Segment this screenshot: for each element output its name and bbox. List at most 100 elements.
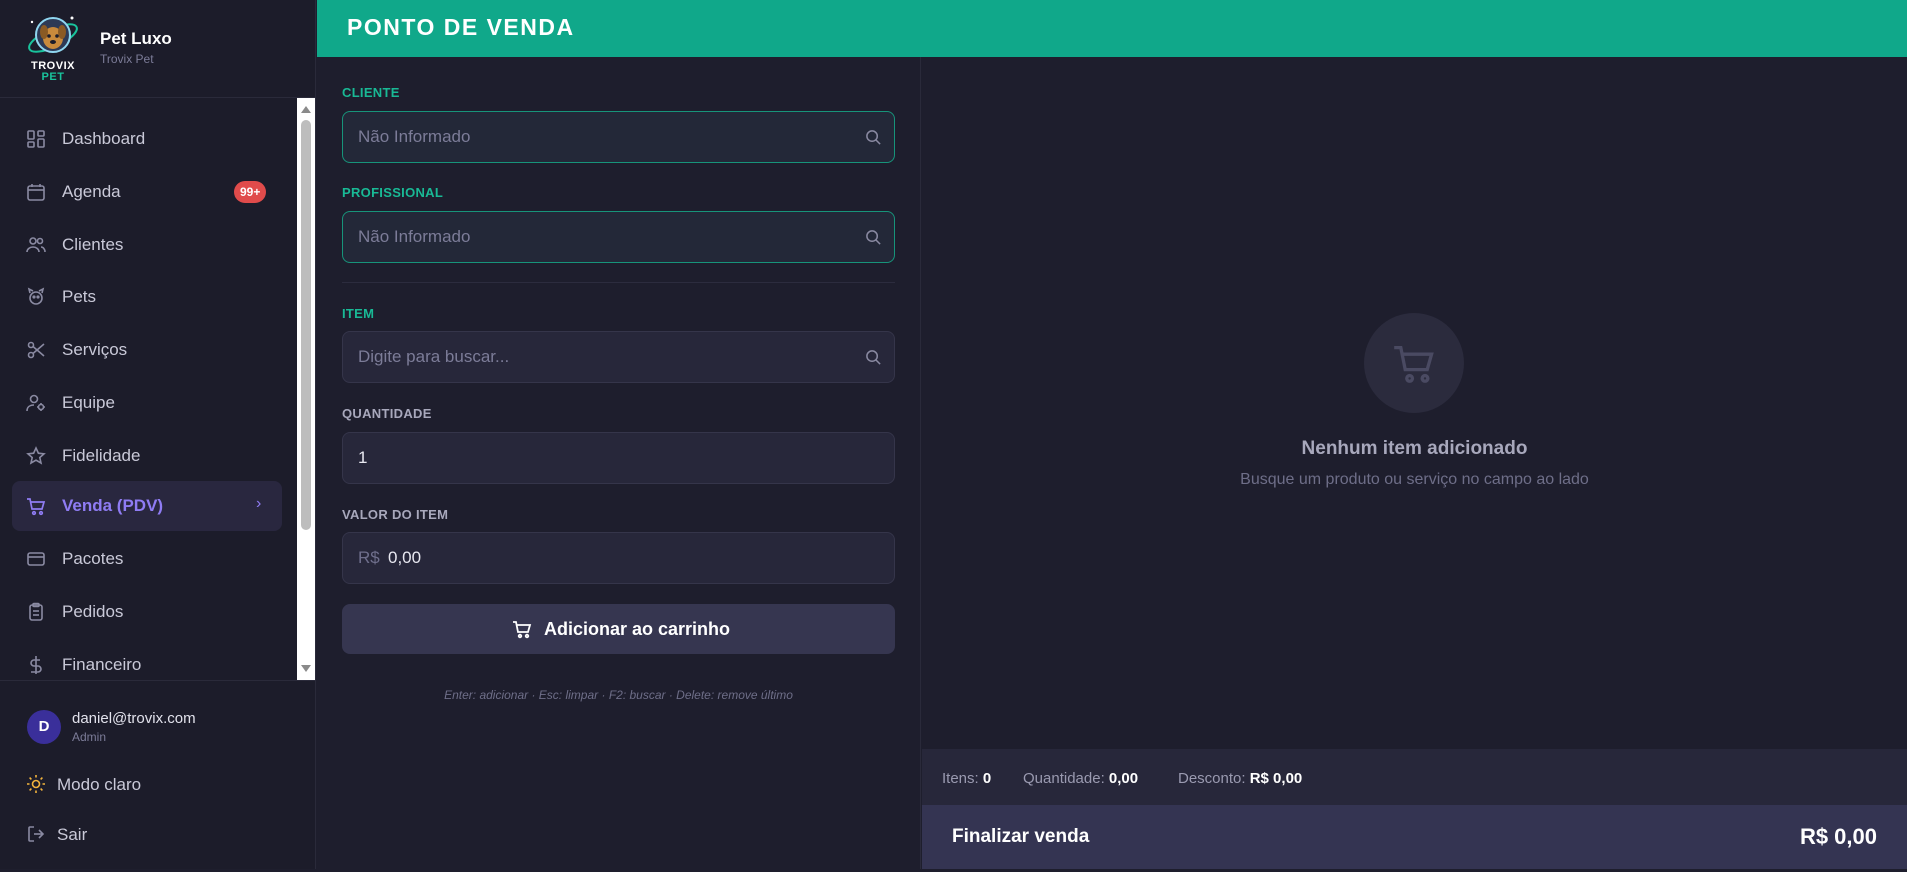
scroll-thumb[interactable] [301,120,311,530]
team-icon [26,394,45,412]
profissional-label: PROFISSIONAL [342,185,444,200]
summary-quantidade-value: 0,00 [1108,770,1139,787]
valor-item-label: VALOR DO ITEM [342,507,449,522]
chevron-right-icon: › [256,495,262,512]
pdv-form-panel: CLIENTE PROFISSIONAL ITEM QUANTIDADE [317,57,921,869]
sidebar: TROVIX PET Pet Luxo Trovix Pet Dashboard… [0,0,316,869]
avatar[interactable]: D [27,710,61,744]
trovix-logo[interactable]: TROVIX PET [24,12,82,84]
users-icon [26,237,46,253]
add-to-cart-button[interactable]: Adicionar ao carrinho [342,604,895,654]
page-header: PONTO DE VENDA [317,0,1907,57]
sidebar-item-financeiro[interactable]: Financeiro [12,640,282,680]
user-email: daniel@trovix.com [72,710,196,727]
summary-quantidade: Quantidade: 0,00 [1023,770,1138,787]
empty-cart-subtitle: Busque um produto ou serviço no campo ao… [1240,471,1589,488]
section-divider [342,282,895,283]
sidebar-item-label: Clientes [62,235,124,254]
theme-toggle-label: Modo claro [57,775,142,794]
sidebar-scrollbar[interactable] [297,98,315,680]
sidebar-item-label: Pets [62,287,97,306]
currency-prefix: R$ [358,548,380,567]
empty-cart-title: Nenhum item adicionado [1301,438,1528,459]
item-search-input[interactable] [358,332,848,382]
brand-subtitle: Trovix Pet [100,52,154,66]
brand-name: Pet Luxo [100,29,172,48]
sidebar-item-label: Pacotes [62,549,124,568]
finalize-sale-button[interactable]: Finalizar venda R$ 0,00 [922,805,1907,869]
summary-desconto-value: R$ 0,00 [1249,770,1303,787]
sidebar-item-equipe[interactable]: Equipe [12,378,282,428]
item-label: ITEM [342,306,375,321]
sun-icon [27,775,45,793]
scroll-down-arrow-icon[interactable] [301,665,311,672]
logout-icon [28,826,45,842]
sidebar-item-venda-pdv[interactable]: Venda (PDV) › [12,481,282,531]
sidebar-item-label: Financeiro [62,655,142,674]
sidebar-item-fidelidade[interactable]: Fidelidade [12,431,282,481]
cart-summary-bar: Itens: 0 Quantidade: 0,00 Desconto: R$ 0… [922,749,1907,805]
star-icon [26,446,46,465]
search-icon[interactable] [865,229,882,246]
sidebar-item-agenda[interactable]: Agenda 99+ [12,167,282,217]
sidebar-item-label: Agenda [62,182,121,201]
cart-icon [1394,345,1434,383]
dog-astronaut-logo-icon [28,16,78,53]
sidebar-item-label: Dashboard [62,129,146,148]
summary-desconto: Desconto: R$ 0,00 [1178,770,1302,787]
empty-cart-illustration [1364,313,1464,413]
summary-itens-value: 0 [982,770,992,787]
cart-panel: Nenhum item adicionado Busque um produto… [922,57,1907,749]
logout-label: Sair [57,825,88,844]
search-icon[interactable] [865,129,882,146]
quantidade-field[interactable] [342,432,895,484]
summary-desconto-label: Desconto: [1178,770,1246,787]
page-title: PONTO DE VENDA [347,14,575,40]
sidebar-item-pets[interactable]: Pets [12,272,282,322]
paw-icon [27,287,45,305]
dashboard-icon [27,130,45,148]
user-area: D daniel@trovix.com Admin Modo claro Sai… [0,680,316,869]
cart-icon [513,621,532,639]
sidebar-nav: Dashboard Agenda 99+ Clientes Pets Servi… [0,98,316,680]
sidebar-item-label: Venda (PDV) [62,496,164,515]
dollar-icon [30,656,42,674]
add-to-cart-label: Adicionar ao carrinho [544,619,731,639]
sidebar-item-servicos[interactable]: Serviços [12,325,282,375]
valor-item-field[interactable]: R$ [342,532,895,584]
summary-itens: Itens: 0 [942,770,991,787]
summary-quantidade-label: Quantidade: [1023,770,1105,787]
profissional-field[interactable] [342,211,895,263]
sidebar-item-label: Pedidos [62,602,124,621]
sidebar-item-clientes[interactable]: Clientes [12,220,282,270]
app-root: TROVIX PET Pet Luxo Trovix Pet Dashboard… [0,0,1907,872]
calendar-icon [27,184,45,201]
card-icon [27,552,45,566]
sidebar-item-pacotes[interactable]: Pacotes [12,534,282,584]
sidebar-item-label: Equipe [62,393,115,412]
scissors-icon [27,341,45,359]
logout-button[interactable]: Sair [16,816,296,852]
sidebar-item-label: Serviços [62,340,128,359]
sale-total: R$ 0,00 [1799,824,1877,849]
cliente-input[interactable] [358,112,848,162]
quantidade-label: QUANTIDADE [342,406,432,421]
notification-badge: 99+ [234,181,267,203]
profissional-input[interactable] [358,212,848,262]
logo-text-pet: PET [41,71,65,83]
keyboard-shortcuts-hint: Enter: adicionar · Esc: limpar · F2: bus… [444,688,793,702]
quantidade-input[interactable] [358,433,848,483]
cart-icon [27,498,46,516]
user-role: Admin [72,730,107,744]
summary-itens-label: Itens: [942,770,979,787]
sidebar-item-label: Fidelidade [62,446,141,465]
scroll-up-arrow-icon[interactable] [301,106,311,113]
valor-item-input[interactable] [388,533,868,583]
theme-toggle-button[interactable]: Modo claro [16,766,296,802]
search-icon[interactable] [865,349,882,366]
sidebar-item-dashboard[interactable]: Dashboard [12,114,282,164]
finalize-sale-label: Finalizar venda [952,826,1090,847]
cliente-field[interactable] [342,111,895,163]
item-field[interactable] [342,331,895,383]
sidebar-item-pedidos[interactable]: Pedidos [12,587,282,637]
